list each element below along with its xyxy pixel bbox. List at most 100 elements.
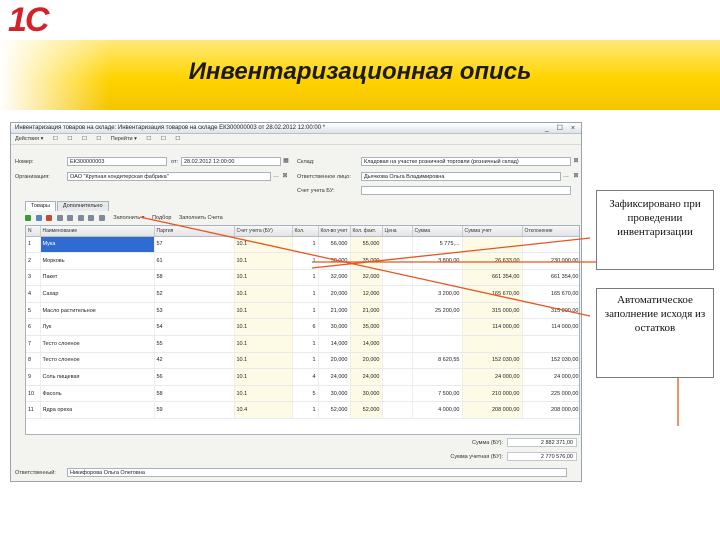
col-qty-acc[interactable]: Кол-во учет xyxy=(318,226,351,237)
cell-sum[interactable]: 3 200,00 xyxy=(412,285,463,303)
cell-k[interactable]: 1 xyxy=(292,252,319,270)
move-up-icon[interactable] xyxy=(67,214,74,221)
table-row[interactable]: 6 Лук 54 10.1 6 30,000 35,000 114 000,00 114 000… xyxy=(26,318,579,337)
cell-party[interactable]: 58 xyxy=(154,269,235,287)
cell-k[interactable]: 1 xyxy=(292,335,319,353)
cell-account[interactable]: 10.1 xyxy=(234,269,293,287)
delete-row-icon[interactable] xyxy=(46,214,53,221)
table-row[interactable]: 10 Фасоль 58 10.1 5 30,000 30,000 7 500,00 210 0… xyxy=(26,385,579,403)
cell-sum[interactable] xyxy=(412,318,463,337)
cell-sum-acc[interactable]: 152 030,00 xyxy=(462,352,523,370)
report-icon[interactable]: ☐ xyxy=(146,136,151,142)
organization-select-button[interactable]: … xyxy=(272,172,280,181)
cell-qty-acc[interactable]: 30,000 xyxy=(318,318,351,337)
cell-account[interactable]: 10.1 xyxy=(234,352,293,370)
table-row[interactable]: 1 Мука 57 10.1 1 56,000 55,000 5 775,... xyxy=(26,236,579,254)
cell-n[interactable]: 7 xyxy=(26,335,41,353)
cell-qty-acc[interactable]: 21,000 xyxy=(318,302,351,320)
cell-dev[interactable]: 315 000,00 xyxy=(522,302,579,320)
cell-price[interactable] xyxy=(382,352,413,370)
cell-dev[interactable]: 230 000,00 xyxy=(522,252,579,270)
cell-price[interactable] xyxy=(382,285,413,303)
cell-account[interactable]: 10.4 xyxy=(234,401,293,420)
cell-dev[interactable] xyxy=(522,335,579,353)
cell-account[interactable]: 10.1 xyxy=(234,285,293,303)
cell-account[interactable]: 10.1 xyxy=(234,385,293,403)
cell-k[interactable]: 1 xyxy=(292,269,319,287)
window-controls[interactable]: _ ☐ × xyxy=(545,123,578,133)
cell-sum-acc[interactable]: 208 000,00 xyxy=(462,401,523,420)
col-name[interactable]: Наименование xyxy=(40,226,155,237)
date-field[interactable]: 28.02.2012 12:00:00 xyxy=(181,157,281,166)
cell-account[interactable]: 10.1 xyxy=(234,335,293,353)
cell-k[interactable]: 1 xyxy=(292,352,319,370)
col-sum[interactable]: Сумма xyxy=(412,226,463,237)
refresh-icon[interactable]: ☐ xyxy=(96,136,101,142)
cell-qty-fact[interactable]: 35,000 xyxy=(350,252,383,270)
menu-actions[interactable]: Действия ▾ xyxy=(15,136,43,142)
cell-dev[interactable]: 114 000,00 xyxy=(522,318,579,337)
cell-price[interactable] xyxy=(382,368,413,386)
cell-sum[interactable]: 7 500,00 xyxy=(412,385,463,403)
responsible-footer-field[interactable]: Никифорова Ольга Олеговна xyxy=(67,468,567,477)
cell-sum-acc[interactable] xyxy=(462,335,523,353)
cell-n[interactable]: 11 xyxy=(26,401,41,420)
cell-sum-acc[interactable]: 26 633,00 xyxy=(462,252,523,270)
cell-account[interactable]: 10.1 xyxy=(234,252,293,270)
calendar-icon[interactable]: ▦ xyxy=(282,157,290,166)
cell-n[interactable]: 1 xyxy=(26,236,41,254)
cell-sum-acc[interactable]: 165 670,00 xyxy=(462,285,523,303)
post-icon[interactable]: ☐ xyxy=(67,136,72,142)
col-party[interactable]: Партия xyxy=(154,226,235,237)
table-row[interactable]: 11 Ядра ореха 59 10.4 1 52,000 52,000 4 000,00 2… xyxy=(26,401,579,420)
cell-qty-fact[interactable]: 55,000 xyxy=(350,236,383,254)
move-down-icon[interactable] xyxy=(77,214,84,221)
goods-table[interactable]: N Наименование Партия Счет учета (БУ) Ко… xyxy=(25,225,580,435)
table-row[interactable]: 8 Тесто слоеное 42 10.1 1 20,000 20,000 8 620,5… xyxy=(26,352,579,370)
cell-party[interactable]: 55 xyxy=(154,335,235,353)
cell-sum[interactable]: 3 800,00 xyxy=(412,252,463,270)
number-field[interactable]: ЕК300000003 xyxy=(67,157,167,166)
warehouse-field[interactable]: Кладовая на участке розничной торговли (… xyxy=(361,157,571,166)
cell-party[interactable]: 57 xyxy=(154,236,235,254)
cell-sum-acc[interactable]: 114 000,00 xyxy=(462,318,523,337)
cell-qty-acc[interactable]: 56,000 xyxy=(318,236,351,254)
col-n[interactable]: N xyxy=(26,226,41,237)
cell-price[interactable] xyxy=(382,335,413,353)
cell-account[interactable]: 10.1 xyxy=(234,368,293,386)
cell-price[interactable] xyxy=(382,401,413,420)
print-icon[interactable]: ☐ xyxy=(82,136,87,142)
cell-sum[interactable]: 4 000,00 xyxy=(412,401,463,420)
cell-qty-fact[interactable]: 24,000 xyxy=(350,368,383,386)
col-sum-acc[interactable]: Сумма учет xyxy=(462,226,523,237)
cell-name[interactable]: Лук xyxy=(40,318,155,337)
cell-qty-acc[interactable]: 30,000 xyxy=(318,252,351,270)
cell-sum[interactable]: 5 775,... xyxy=(412,236,463,254)
cell-n[interactable]: 9 xyxy=(26,368,41,386)
cell-k[interactable]: 1 xyxy=(292,401,319,420)
col-qty-fact[interactable]: Кол. факт. xyxy=(350,226,383,237)
cell-name[interactable]: Соль пищевая xyxy=(40,368,155,386)
edit-row-icon[interactable] xyxy=(56,214,63,221)
cell-qty-fact[interactable]: 32,000 xyxy=(350,269,383,287)
cell-account[interactable]: 10.1 xyxy=(234,236,293,254)
cell-name[interactable]: Пакет xyxy=(40,269,155,287)
organization-field[interactable]: ОАО "Крупная кондитерская фабрика" xyxy=(67,172,271,181)
col-deviation[interactable]: Отклонение xyxy=(522,226,579,237)
cell-qty-acc[interactable]: 24,000 xyxy=(318,368,351,386)
cell-n[interactable]: 8 xyxy=(26,352,41,370)
cell-name[interactable]: Сахар xyxy=(40,285,155,303)
cell-price[interactable] xyxy=(382,385,413,403)
cell-k[interactable]: 4 xyxy=(292,368,319,386)
cell-name[interactable]: Фасоль xyxy=(40,385,155,403)
responsible-select-button[interactable]: … xyxy=(562,172,570,181)
cell-dev[interactable]: 661 354,00 xyxy=(522,269,579,287)
cell-name[interactable]: Масло растительное xyxy=(40,302,155,320)
cell-qty-fact[interactable]: 20,000 xyxy=(350,352,383,370)
cell-name[interactable]: Тесто слоеное xyxy=(40,352,155,370)
menu-goto[interactable]: Перейти ▾ xyxy=(111,136,137,142)
table-row[interactable]: 3 Пакет 58 10.1 1 32,000 32,000 661 354,00 661 3… xyxy=(26,269,579,287)
cell-k[interactable]: 5 xyxy=(292,385,319,403)
cell-price[interactable] xyxy=(382,252,413,270)
cell-name[interactable]: Морковь xyxy=(40,252,155,270)
